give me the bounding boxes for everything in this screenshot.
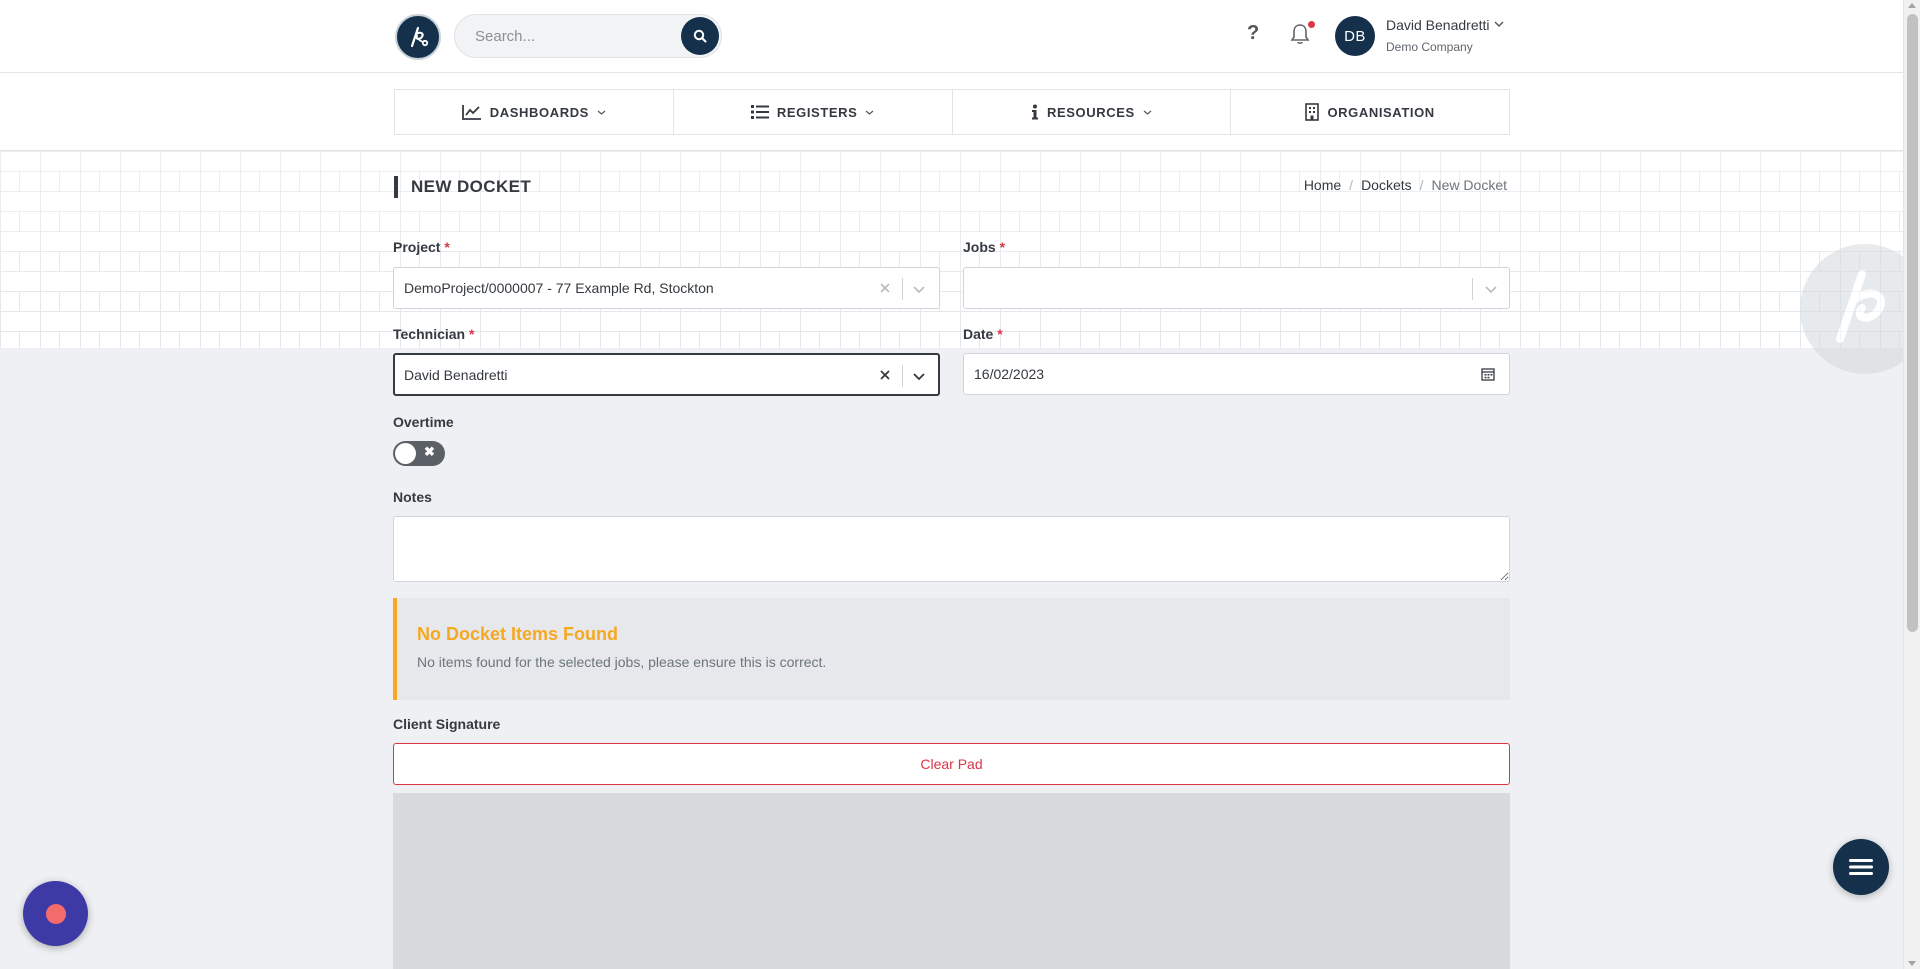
logo-icon (1836, 270, 1885, 343)
scroll-down-arrow-icon[interactable] (1908, 961, 1916, 966)
breadcrumb-separator: / (1419, 177, 1424, 193)
search-icon (693, 29, 707, 43)
date-input[interactable]: 16/02/2023 (963, 353, 1510, 395)
technician-select-value: David Benadretti (404, 367, 508, 383)
page-scrollbar[interactable] (1903, 0, 1920, 969)
overtime-toggle[interactable]: ✖ (393, 441, 445, 466)
select-divider (902, 365, 903, 387)
nav-item-label: DASHBOARDS (489, 104, 589, 120)
chevron-down-icon (866, 110, 874, 115)
date-label: Date * (963, 326, 1003, 342)
search-box (454, 14, 722, 58)
required-mark: * (444, 239, 450, 255)
signature-pad[interactable] (393, 793, 1510, 969)
jobs-label-text: Jobs (963, 239, 996, 255)
chart-line-icon (461, 105, 481, 120)
nav-item-label: REGISTERS (776, 104, 858, 120)
header-background-fade (0, 151, 1903, 348)
required-mark: * (999, 239, 1006, 255)
project-select-value: DemoProject/0000007 - 77 Example Rd, Sto… (404, 280, 714, 296)
building-icon (1305, 103, 1320, 121)
nav-item-label: ORGANISATION (1327, 104, 1435, 120)
breadcrumb-separator: / (1349, 177, 1354, 193)
nav-item-organisation[interactable]: ORGANISATION (1231, 90, 1509, 134)
client-signature-label: Client Signature (393, 716, 501, 732)
search-input[interactable] (475, 15, 665, 57)
chevron-down-icon[interactable] (911, 368, 927, 384)
select-divider (1472, 278, 1473, 300)
toggle-knob (395, 443, 416, 464)
user-company: Demo Company (1386, 40, 1473, 54)
chevron-down-icon (597, 110, 606, 115)
main-nav: DASHBOARDS REGISTERS RESOURCES ORGANISAT… (394, 89, 1510, 135)
required-mark: * (468, 326, 475, 342)
overtime-label: Overtime (393, 414, 454, 430)
user-name[interactable]: David Benadretti (1386, 17, 1490, 33)
no-items-alert: No Docket Items Found No items found for… (393, 598, 1510, 700)
help-icon[interactable]: ? (1247, 22, 1259, 45)
nav-item-label: RESOURCES (1047, 104, 1135, 120)
scroll-up-arrow-icon[interactable] (1908, 3, 1916, 8)
required-mark: * (997, 326, 1003, 342)
record-icon (45, 903, 66, 924)
floating-menu-button[interactable] (1833, 839, 1889, 895)
app-logo[interactable] (395, 14, 441, 60)
alert-text: No items found for the selected jobs, pl… (417, 654, 827, 670)
record-button[interactable] (23, 881, 88, 946)
jobs-label: Jobs * (963, 239, 1005, 255)
jobs-select[interactable] (963, 267, 1510, 309)
notes-label: Notes (393, 489, 432, 505)
notification-badge (1308, 21, 1315, 28)
avatar[interactable]: DB (1335, 16, 1375, 56)
info-icon (1032, 104, 1038, 120)
alert-title: No Docket Items Found (417, 624, 619, 644)
top-header (0, 0, 1903, 73)
toggle-off-icon: ✖ (424, 444, 435, 459)
page-title: NEW DOCKET (394, 176, 531, 198)
chevron-down-icon[interactable] (1494, 20, 1504, 28)
clear-icon[interactable] (876, 279, 894, 297)
project-label: Project * (393, 239, 450, 255)
notes-textarea[interactable] (393, 516, 1510, 582)
logo-icon (410, 26, 429, 48)
date-input-value: 16/02/2023 (974, 366, 1045, 382)
scrollbar-thumb[interactable] (1907, 14, 1918, 632)
breadcrumb-home[interactable]: Home (1304, 177, 1341, 193)
chevron-down-icon[interactable] (1483, 281, 1499, 297)
breadcrumb-dockets[interactable]: Dockets (1361, 177, 1412, 193)
date-label-text: Date (963, 326, 994, 342)
breadcrumb: Home / Dockets / New Docket (1304, 177, 1507, 193)
hamburger-icon (1849, 859, 1873, 875)
technician-label: Technician * (393, 326, 474, 342)
clear-icon[interactable] (876, 366, 894, 384)
project-select[interactable]: DemoProject/0000007 - 77 Example Rd, Sto… (393, 267, 940, 309)
technician-label-text: Technician (393, 326, 466, 342)
technician-select[interactable]: David Benadretti (393, 353, 940, 396)
nav-item-registers[interactable]: REGISTERS (674, 90, 953, 134)
chevron-down-icon (1143, 110, 1152, 115)
nav-item-resources[interactable]: RESOURCES (953, 90, 1232, 134)
search-button[interactable] (681, 17, 719, 55)
select-divider (902, 278, 903, 300)
nav-item-dashboards[interactable]: DASHBOARDS (395, 90, 674, 134)
list-icon (750, 105, 769, 119)
calendar-icon[interactable] (1481, 367, 1495, 381)
logo-watermark (1800, 244, 1920, 374)
breadcrumb-current: New Docket (1431, 177, 1507, 193)
project-label-text: Project (393, 239, 441, 255)
clear-pad-button[interactable]: Clear Pad (393, 743, 1510, 785)
chevron-down-icon[interactable] (911, 281, 927, 297)
